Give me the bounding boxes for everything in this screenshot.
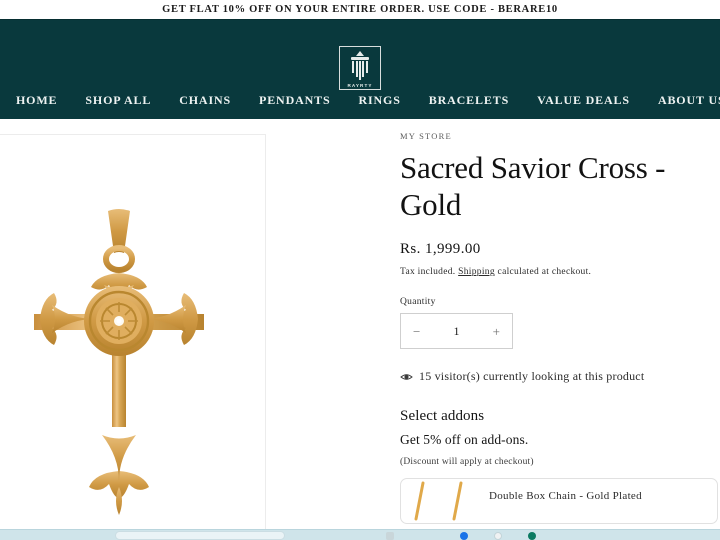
tax-shipping-note: Tax included. Shipping calculated at che… [400,267,720,277]
nav-item-rings[interactable]: RINGS [359,89,413,112]
shipping-policy-link[interactable]: Shipping [458,267,495,277]
nav-item-bracelets[interactable]: BRACELETS [429,89,521,112]
addons-discount-text: Get 5% off on add-ons. [400,432,529,448]
os-taskbar [0,529,720,540]
tax-included-text: Tax included. [400,267,459,278]
announcement-text: GET FLAT 10% OFF ON YOUR ENTIRE ORDER. U… [162,4,558,15]
site-header: RAYRTY HOME SHOP ALL CHAINS PENDANTS RIN… [0,19,720,119]
app-icon-chrome[interactable] [494,532,502,540]
announcement-bar: GET FLAT 10% OFF ON YOUR ENTIRE ORDER. U… [0,0,720,19]
nav-item-home[interactable]: HOME [16,89,69,112]
quantity-decrease-button[interactable]: − [413,325,420,338]
visitor-counter: 15 visitor(s) currently looking at this … [400,369,720,384]
product-main: MY STORE Sacred Savior Cross - Gold Rs. … [0,119,720,540]
addons-heading: Select addons [400,408,485,425]
logo-emblem-icon: RAYRTY [339,46,381,90]
logo-wordmark: RAYRTY [347,82,373,88]
nav-item-shop-all[interactable]: SHOP ALL [85,89,163,112]
nav-item-about-us[interactable]: ABOUT US [658,89,720,112]
quantity-stepper[interactable]: − 1 + [400,313,513,350]
nav-item-value-deals[interactable]: VALUE DEALS [537,89,642,112]
page-title: Sacred Savior Cross - Gold [400,150,666,222]
app-icon-green[interactable] [528,532,536,540]
product-vendor: MY STORE [400,131,452,141]
addon-option-label: Double Box Chain - Gold Plated [489,490,642,503]
addon-thumbnail [401,479,489,523]
product-page: GET FLAT 10% OFF ON YOUR ENTIRE ORDER. U… [0,0,720,540]
eye-icon [400,372,413,382]
product-info: MY STORE Sacred Savior Cross - Gold Rs. … [400,119,720,540]
nav-item-chains[interactable]: CHAINS [179,89,243,112]
addon-option-card[interactable]: Double Box Chain - Gold Plated [400,478,718,525]
checkout-text: calculated at checkout. [494,267,592,278]
product-price: Rs. 1,999.00 [400,241,481,258]
quantity-label: Quantity [400,297,436,308]
nav-item-pendants[interactable]: PENDANTS [259,89,342,112]
quantity-increase-button[interactable]: + [493,325,500,338]
addons-discount-note: (Discount will apply at checkout) [400,457,534,468]
taskbar-window-icon[interactable] [386,532,394,540]
product-image-gallery[interactable] [0,134,266,540]
taskbar-search-input[interactable] [115,531,285,540]
quantity-input[interactable]: 1 [454,324,460,339]
visitor-count-text: 15 visitor(s) currently looking at this … [419,369,645,384]
main-navigation: HOME SHOP ALL CHAINS PENDANTS RINGS BRAC… [16,89,720,112]
product-image-cross-pendant [34,209,204,515]
app-icon-blue[interactable] [460,532,468,540]
